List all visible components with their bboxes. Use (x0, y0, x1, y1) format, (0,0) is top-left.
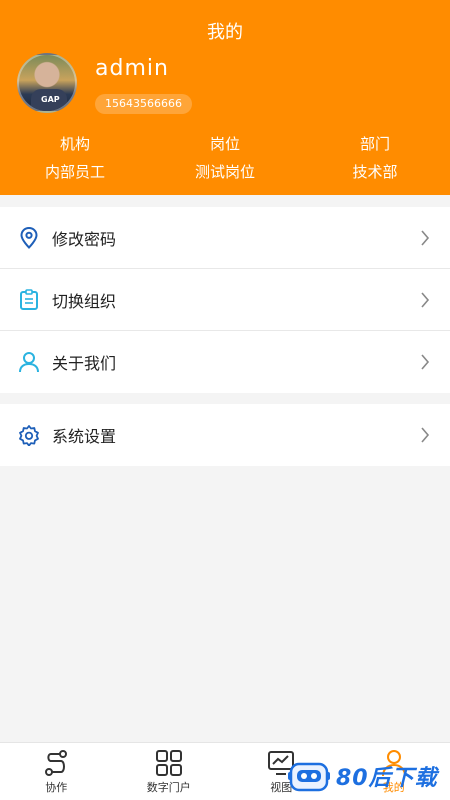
username: admin (95, 56, 169, 81)
info-label: 岗位 (209, 135, 240, 153)
info-label: 部门 (359, 135, 390, 153)
phone-badge: 15643566666 (95, 94, 192, 114)
clipboard-icon (18, 288, 40, 311)
info-col-department: 部门 技术部 (300, 132, 450, 188)
menu-item-about-us[interactable]: 关于我们 (0, 331, 450, 393)
info-col-org: 机构 内部员工 (0, 132, 150, 188)
info-col-position: 岗位 测试岗位 (150, 132, 300, 188)
robot-logo-icon (288, 762, 330, 792)
tab-label: 数字门户 (146, 781, 191, 794)
tab-digital-portal[interactable]: 数字门户 (113, 743, 226, 800)
page-title: 我的 (207, 22, 243, 43)
grid-icon (155, 750, 182, 776)
info-value: 内部员工 (44, 163, 105, 181)
avatar[interactable]: GAP (17, 53, 77, 113)
tab-label: 协作 (45, 781, 68, 794)
info-label: 机构 (59, 135, 90, 153)
location-pin-icon (18, 226, 40, 249)
menu-item-switch-org[interactable]: 切换组织 (0, 269, 450, 331)
menu-label: 系统设置 (52, 427, 117, 446)
menu-item-system-settings[interactable]: 系统设置 (0, 404, 450, 466)
collaboration-icon (45, 750, 68, 776)
tab-collaboration[interactable]: 协作 (0, 743, 113, 800)
menu-label: 修改密码 (52, 229, 117, 249)
chevron-right-icon (421, 354, 430, 370)
watermark-text: 80后下载 (336, 766, 438, 791)
info-value: 测试岗位 (194, 163, 255, 181)
menu-label: 关于我们 (52, 354, 117, 373)
profile-header: 我的 GAP admin 15643566666 机构 内部员工 岗位 测试岗位… (0, 0, 450, 195)
gear-icon (18, 424, 40, 446)
menu-item-change-password[interactable]: 修改密码 (0, 207, 450, 269)
chevron-right-icon (421, 427, 430, 443)
chevron-right-icon (421, 292, 430, 308)
info-value: 技术部 (352, 163, 398, 181)
menu-label: 切换组织 (52, 291, 117, 311)
user-icon (18, 351, 40, 373)
menu-group-system: 系统设置 (0, 404, 450, 466)
menu-group-account: 修改密码 切换组织 关于我们 (0, 207, 450, 393)
avatar-shirt-logo: GAP (41, 95, 60, 104)
chevron-right-icon (421, 230, 430, 246)
watermark-overlay: 80后下载 (288, 752, 450, 800)
info-grid: 机构 内部员工 岗位 测试岗位 部门 技术部 (0, 132, 450, 188)
